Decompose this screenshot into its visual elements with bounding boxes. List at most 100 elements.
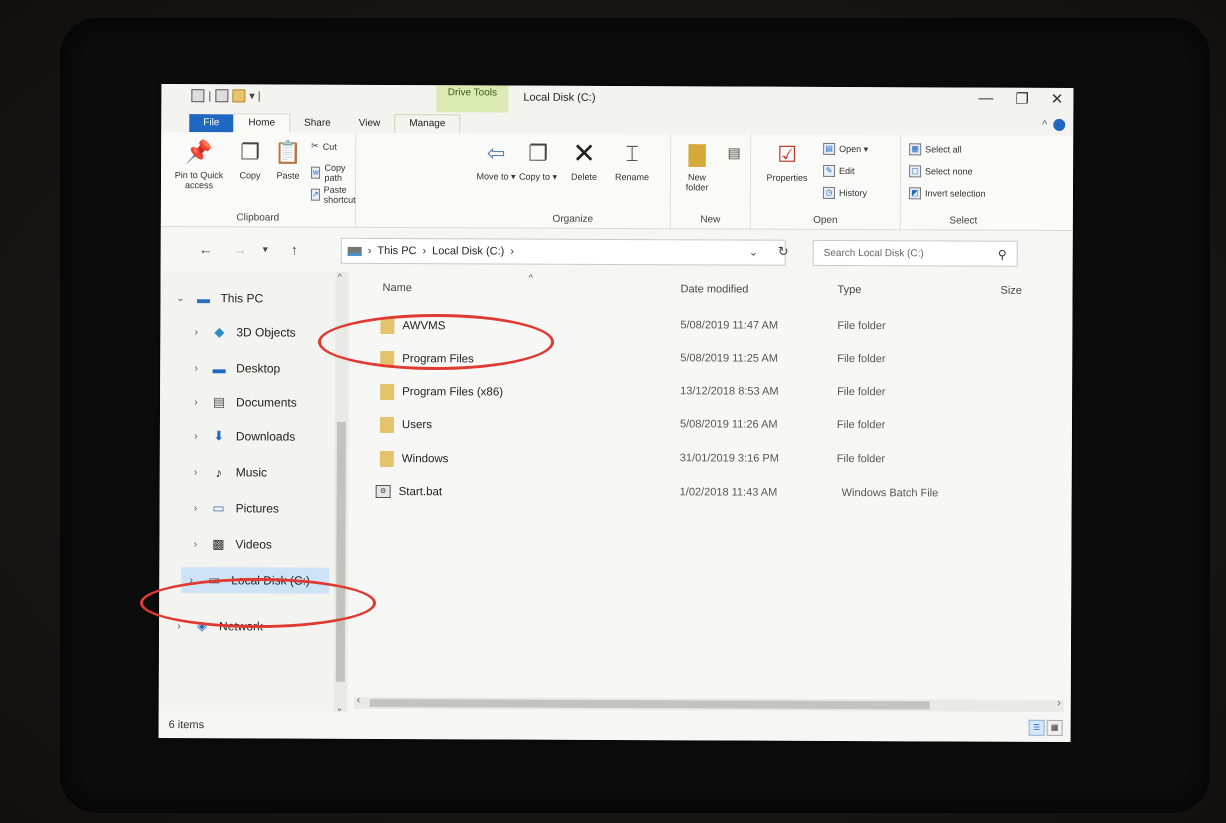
chevron-right-icon[interactable]: ›: [190, 327, 202, 338]
pin-to-quick-access-button[interactable]: 📌 Pin to Quick access: [169, 138, 229, 190]
address-bar[interactable]: › This PC › Local Disk (C:) ›: [340, 237, 786, 266]
chevron-down-icon[interactable]: ⌄: [174, 293, 186, 304]
copy-to-button[interactable]: ❐ Copy to ▾: [518, 140, 558, 182]
status-bar: 6 items ☰ ▦: [158, 711, 1071, 742]
select-group: ▦ Select all ▢ Select none ◩ Invert sele…: [901, 135, 1026, 231]
nav-pane-scrollbar[interactable]: ^ ⌄: [333, 271, 349, 713]
details-view-icon[interactable]: ☰: [1028, 719, 1045, 736]
chevron-right-icon[interactable]: ›: [190, 467, 202, 478]
nav-item-pictures[interactable]: › ▭ Pictures: [190, 495, 279, 521]
window-controls: — ❐ ✕: [978, 90, 1063, 108]
file-type: File folder: [837, 385, 886, 399]
pin-icon: 📌: [185, 139, 213, 165]
address-dropdown-icon[interactable]: ⌄: [749, 246, 758, 259]
scissors-icon: ✂: [311, 140, 319, 151]
new-folder-icon: ▇: [688, 141, 706, 167]
refresh-icon[interactable]: ↻: [778, 244, 789, 260]
open-button[interactable]: ▤ Open ▾: [823, 142, 868, 155]
column-header-date-modified[interactable]: Date modified: [681, 283, 749, 295]
search-input[interactable]: Search Local Disk (C:) ⚲: [812, 239, 1018, 267]
nav-item-downloads[interactable]: › ⬇ Downloads: [190, 423, 295, 449]
file-date: 13/12/2018 8:53 AM: [680, 385, 779, 398]
breadcrumb-this-pc[interactable]: This PC: [377, 245, 416, 257]
chevron-right-icon[interactable]: ›: [190, 503, 202, 514]
breadcrumb-separator-icon: ›: [367, 244, 372, 257]
nav-item-music[interactable]: › ♪ Music: [190, 459, 267, 485]
separator: |: [208, 89, 212, 102]
minimize-button[interactable]: —: [978, 90, 993, 108]
collapse-ribbon-icon[interactable]: ^: [1042, 119, 1047, 131]
close-button[interactable]: ✕: [1051, 90, 1064, 108]
file-row[interactable]: Program Files 5/08/2019 11:25 AM File fo…: [350, 343, 1072, 376]
copy-button[interactable]: ❐ Copy: [233, 138, 267, 180]
nav-item-network[interactable]: › ◈ Network: [173, 613, 263, 639]
chevron-right-icon[interactable]: ›: [190, 363, 202, 374]
ribbon: 📌 Pin to Quick access ❐ Copy 📋 Paste ✂ C…: [160, 132, 1074, 231]
chevron-right-icon[interactable]: ›: [189, 539, 201, 550]
paste-button[interactable]: 📋 Paste: [271, 138, 305, 181]
up-arrow-icon[interactable]: ↑: [291, 242, 298, 258]
customize-qat-icon[interactable]: ▾ |: [249, 89, 260, 102]
select-none-icon: ▢: [909, 165, 922, 178]
forward-arrow-icon[interactable]: →: [233, 241, 247, 257]
paste-shortcut-button[interactable]: ↗ Paste shortcut: [310, 185, 359, 205]
scroll-right-icon[interactable]: ›: [1057, 698, 1060, 709]
monitor-icon: ▬: [196, 290, 211, 306]
drive-tools-label: Drive Tools: [436, 85, 509, 113]
large-icons-view-icon[interactable]: ▦: [1046, 719, 1063, 736]
chevron-right-icon[interactable]: ›: [185, 575, 197, 586]
rename-button[interactable]: ⌶ Rename: [608, 140, 656, 182]
nav-item-local-disk[interactable]: › ▭ Local Disk (C:): [181, 567, 330, 594]
select-none-button[interactable]: ▢ Select none: [909, 165, 973, 178]
breadcrumb-local-disk[interactable]: Local Disk (C:): [432, 245, 504, 257]
invert-selection-button[interactable]: ◩ Invert selection: [908, 187, 986, 200]
tab-view[interactable]: View: [345, 115, 395, 133]
column-header-name[interactable]: Name: [383, 282, 412, 294]
move-to-button[interactable]: ⇦ Move to ▾: [476, 139, 516, 181]
file-type: File folder: [836, 452, 886, 466]
column-header-size[interactable]: Size: [1001, 285, 1022, 297]
rename-icon: ⌶: [625, 141, 639, 167]
new-folder-icon[interactable]: [232, 89, 246, 103]
edit-button[interactable]: ✎ Edit: [823, 164, 855, 177]
history-button[interactable]: ◷ History: [822, 186, 867, 199]
properties-button[interactable]: ☑ Properties: [757, 141, 817, 183]
new-folder-button[interactable]: ▇ New folder: [677, 140, 717, 192]
nav-item-3d-objects[interactable]: › ◆ 3D Objects: [190, 319, 296, 345]
file-row[interactable]: AWVMS 5/08/2019 11:47 AM File folder: [350, 310, 1072, 343]
help-icon[interactable]: [1053, 118, 1066, 131]
nav-item-this-pc[interactable]: ⌄ ▬ This PC: [174, 285, 263, 311]
nav-item-videos[interactable]: › ▩ Videos: [189, 531, 272, 557]
file-row[interactable]: ⚙ Start.bat 1/02/2018 11:43 AM Windows Ba…: [350, 477, 1072, 510]
recent-locations-chevron-icon[interactable]: ▾: [263, 244, 268, 255]
breadcrumb-separator-icon: ›: [510, 245, 514, 258]
chevron-right-icon[interactable]: ›: [173, 621, 185, 632]
back-arrow-icon[interactable]: ←: [199, 241, 213, 257]
file-row[interactable]: Users 5/08/2019 11:26 AM File folder: [350, 409, 1072, 442]
open-icon: ▤: [823, 142, 836, 155]
nav-item-documents[interactable]: › ▤ Documents: [190, 389, 297, 415]
tab-share[interactable]: Share: [290, 115, 345, 133]
scroll-up-icon[interactable]: ^: [338, 272, 342, 282]
new-item-button[interactable]: ▤: [721, 138, 745, 170]
horizontal-scroll-thumb[interactable]: [369, 698, 930, 710]
nav-item-desktop[interactable]: › ▬ Desktop: [190, 355, 280, 381]
folder-icon: [380, 317, 395, 335]
maximize-button[interactable]: ❐: [1015, 90, 1029, 108]
tab-file[interactable]: File: [189, 114, 234, 133]
file-row[interactable]: Program Files (x86) 13/12/2018 8:53 AM F…: [350, 376, 1072, 409]
tab-manage[interactable]: Manage: [394, 114, 461, 134]
nav-pane-scroll-thumb[interactable]: [335, 421, 346, 682]
chevron-right-icon[interactable]: ›: [190, 431, 202, 442]
column-header-type[interactable]: Type: [838, 284, 862, 296]
tab-home[interactable]: Home: [233, 113, 291, 133]
chevron-right-icon[interactable]: ›: [190, 397, 202, 408]
select-all-button[interactable]: ▦ Select all: [909, 143, 962, 156]
delete-button[interactable]: ✕ Delete: [562, 138, 606, 182]
properties-icon[interactable]: [215, 89, 229, 103]
search-icon[interactable]: ⚲: [998, 248, 1007, 262]
scroll-left-icon[interactable]: ‹: [357, 695, 360, 706]
file-row[interactable]: Windows 31/01/2019 3:16 PM File folder: [350, 443, 1072, 476]
copy-path-button[interactable]: w Copy path: [311, 163, 355, 183]
cut-button[interactable]: ✂ Cut: [311, 141, 337, 152]
